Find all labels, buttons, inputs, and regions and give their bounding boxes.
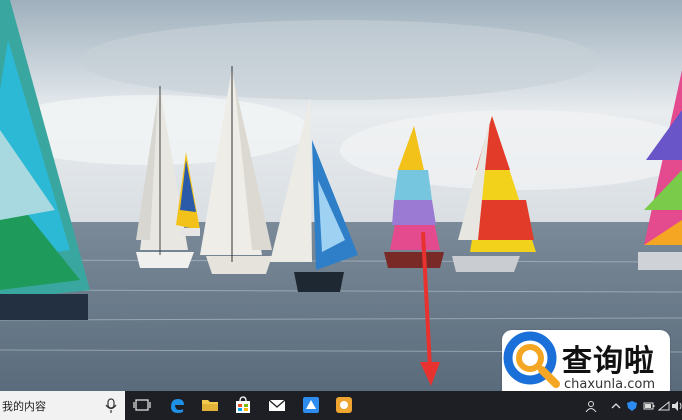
- task-view-icon[interactable]: [133, 396, 151, 414]
- network-icon[interactable]: [658, 400, 670, 412]
- mail-icon[interactable]: [268, 396, 286, 414]
- defender-icon[interactable]: [626, 400, 638, 412]
- volume-icon[interactable]: [671, 400, 682, 412]
- chevron-up-icon[interactable]: [610, 400, 622, 412]
- chaxunla-watermark: 查询啦 chaxunla.com: [502, 330, 670, 400]
- watermark-title: 查询啦: [562, 344, 655, 379]
- taskbar: 我的内容: [0, 391, 682, 420]
- watermark-url: chaxunla.com: [564, 377, 655, 392]
- store-icon[interactable]: [234, 396, 252, 414]
- battery-icon[interactable]: [643, 400, 655, 412]
- edge-icon[interactable]: [168, 396, 186, 414]
- people-icon[interactable]: [585, 400, 597, 412]
- search-box-text: 我的内容: [2, 400, 46, 413]
- desktop-wallpaper: 查询啦 chaxunla.com: [0, 0, 682, 420]
- taskbar-search-box[interactable]: 我的内容: [0, 391, 125, 420]
- microphone-icon[interactable]: [105, 398, 117, 414]
- app-icon-orange[interactable]: [335, 396, 353, 414]
- app-icon-blue[interactable]: [302, 396, 320, 414]
- chaxunla-logo-icon: [503, 331, 560, 388]
- file-explorer-icon[interactable]: [201, 396, 219, 414]
